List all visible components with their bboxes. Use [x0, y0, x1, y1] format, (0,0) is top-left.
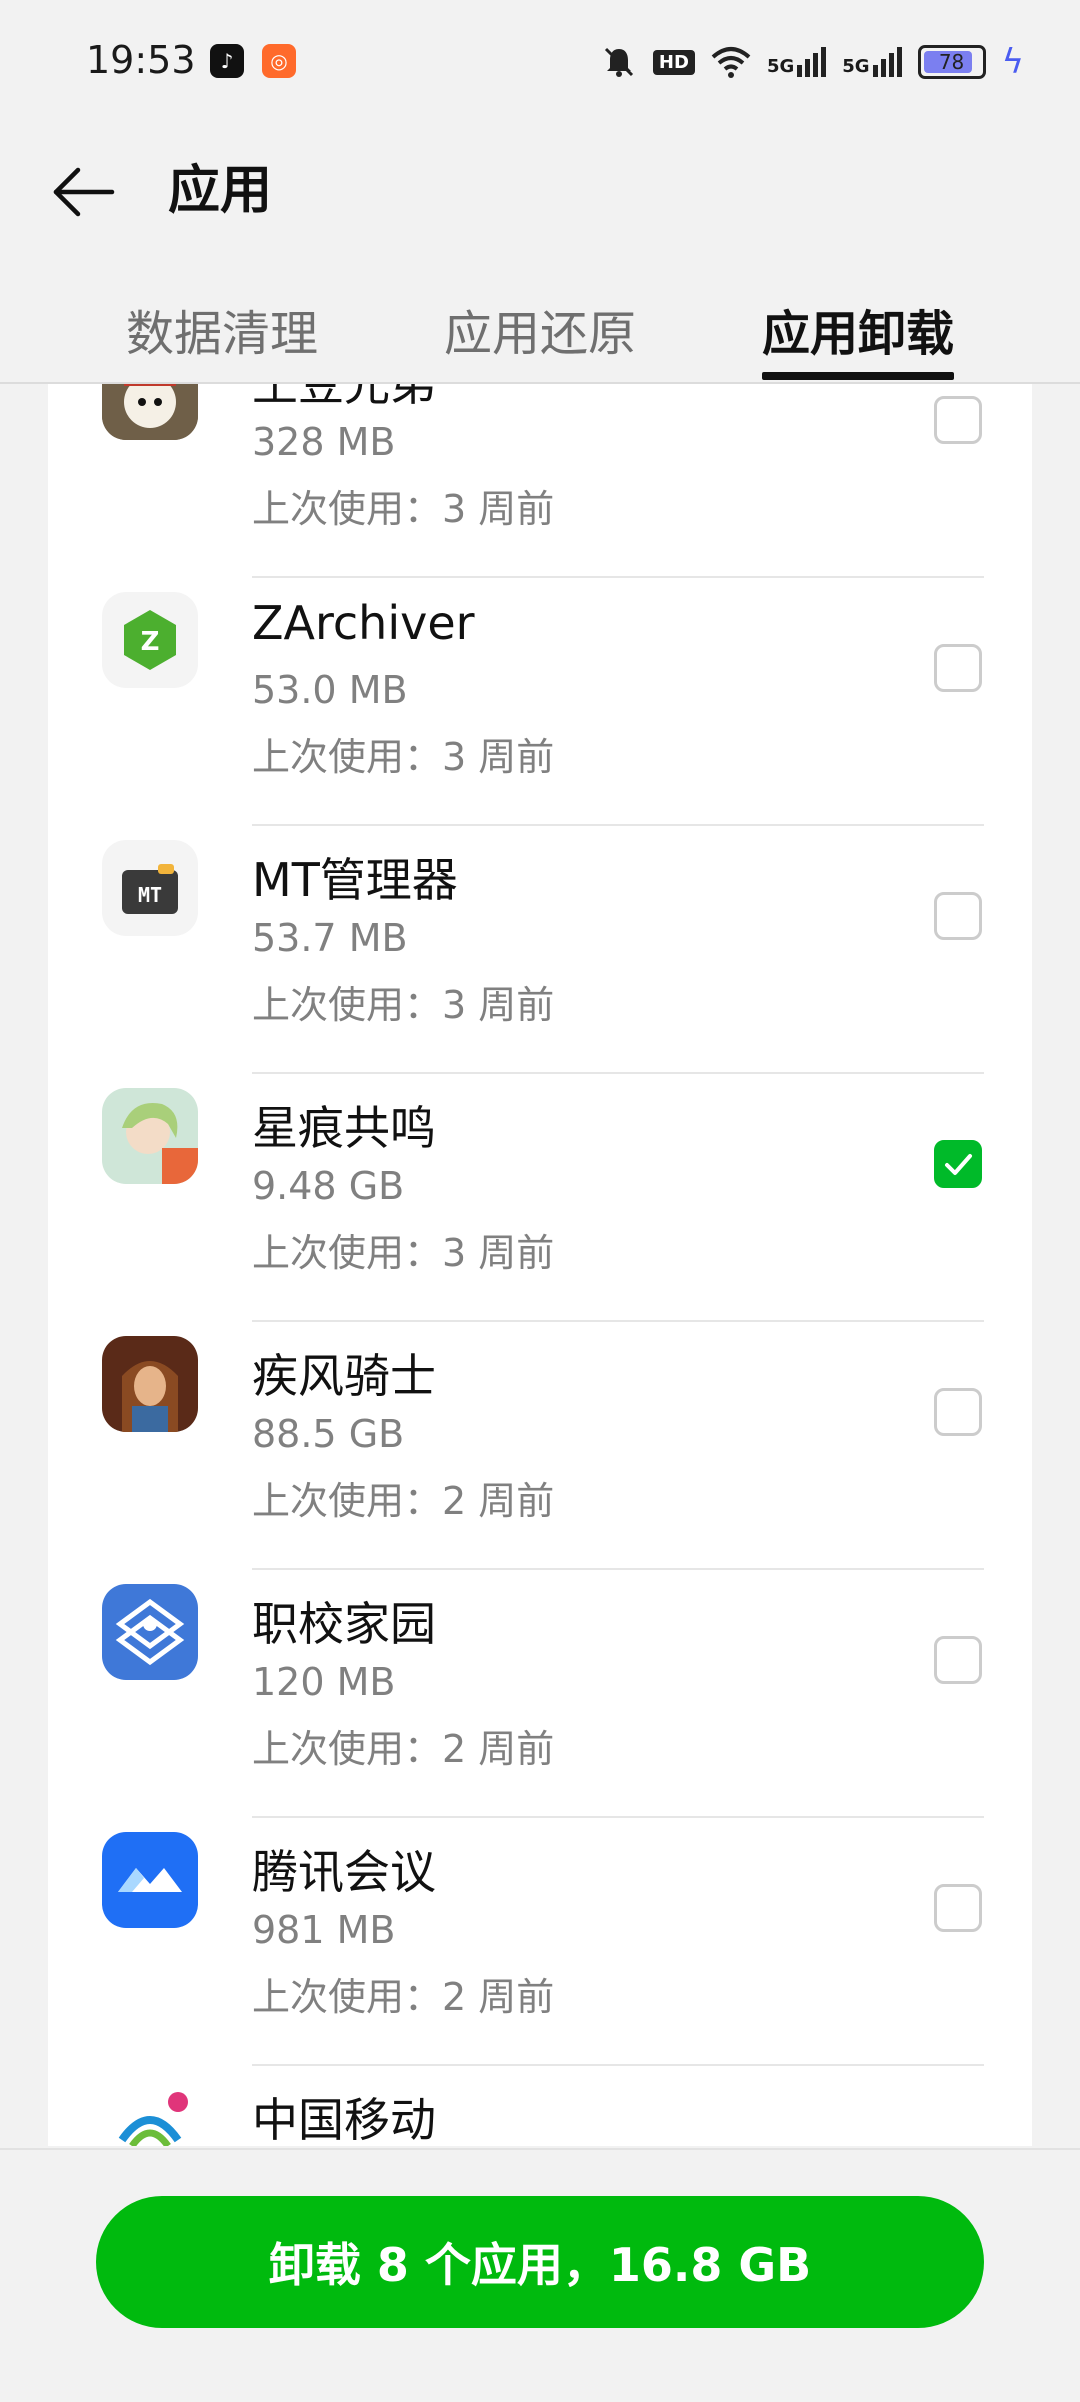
list-item[interactable]: 疾风骑士 88.5 GB 上次使用：2 周前: [48, 1322, 1032, 1570]
app-size: 981 MB: [252, 1908, 396, 1952]
list-item[interactable]: 腾讯会议 981 MB 上次使用：2 周前: [48, 1818, 1032, 2066]
app-checkbox[interactable]: [934, 1636, 982, 1684]
app-checkbox[interactable]: [934, 1388, 982, 1436]
signal-label: 5G: [766, 56, 795, 77]
status-time: 19:53: [86, 38, 196, 82]
app-size: 9.48 GB: [252, 1164, 405, 1208]
app-last-used: 上次使用：3 周前: [252, 487, 555, 531]
signal-label: 5G: [842, 56, 870, 77]
tencent-meeting-icon: [102, 1832, 198, 1928]
app-name: ZArchiver: [252, 596, 475, 650]
list-item[interactable]: 星痕共鸣 9.48 GB 上次使用：3 周前: [48, 1074, 1032, 1322]
list-item[interactable]: Z ZArchiver 53.0 MB 上次使用：3 周前: [48, 578, 1032, 826]
star-resonance-icon: [102, 1088, 198, 1184]
wifi-icon: [711, 47, 751, 78]
tab-app-restore[interactable]: 应用还原: [444, 294, 636, 364]
app-last-used: 上次使用：2 周前: [252, 1727, 555, 1771]
app-name: 腾讯会议: [252, 1845, 436, 1899]
app-last-used: 上次使用：2 周前: [252, 1975, 555, 2019]
back-button[interactable]: [46, 154, 122, 230]
zarchiver-icon: Z: [102, 592, 198, 688]
active-tab-indicator: [762, 372, 954, 380]
app-last-used: 上次使用：3 周前: [252, 735, 555, 779]
vocational-home-icon: [102, 1584, 198, 1680]
app-checkbox[interactable]: [934, 644, 982, 692]
signal-5g-icon: 5G: [842, 47, 902, 77]
list-item[interactable]: 土豆兄弟 328 MB 上次使用：3 周前: [48, 384, 1032, 578]
tab-app-uninstall[interactable]: 应用卸载: [762, 294, 954, 364]
mt-manager-icon: MT: [102, 840, 198, 936]
list-item[interactable]: 中国移动: [48, 2066, 1032, 2146]
app-checkbox[interactable]: [934, 892, 982, 940]
app-size: 53.7 MB: [252, 916, 408, 960]
app-checkbox[interactable]: [934, 1884, 982, 1932]
app-name: 疾风骑士: [252, 1349, 436, 1403]
list-item[interactable]: MT MT管理器 53.7 MB 上次使用：3 周前: [48, 826, 1032, 1074]
app-size: 53.0 MB: [252, 668, 408, 712]
tab-bar: 数据清理 应用还原 应用卸载: [0, 268, 1080, 384]
china-mobile-icon: [102, 2080, 198, 2146]
bottom-action-bar: 卸载 8 个应用，16.8 GB: [0, 2148, 1080, 2402]
brotato-icon: [102, 384, 198, 440]
mute-icon: [604, 47, 633, 77]
page-title: 应用: [168, 161, 273, 221]
back-arrow-icon: [53, 167, 115, 217]
app-name: 星痕共鸣: [252, 1101, 436, 1155]
app-last-used: 上次使用：3 周前: [252, 983, 555, 1027]
charging-icon: ϟ: [1001, 42, 1024, 82]
svg-text:Z: Z: [141, 627, 160, 657]
tiktok-icon: ♪: [210, 44, 244, 78]
app-name: 土豆兄弟: [252, 384, 436, 411]
list-item[interactable]: 职校家园 120 MB 上次使用：2 周前: [48, 1570, 1032, 1818]
svg-text:MT: MT: [138, 883, 162, 907]
app-checkbox[interactable]: [934, 1140, 982, 1188]
gale-knight-icon: [102, 1336, 198, 1432]
app-list[interactable]: 土豆兄弟 328 MB 上次使用：3 周前 Z ZArchiver 53.0 M…: [48, 384, 1032, 2146]
tab-data-cleanup[interactable]: 数据清理: [126, 294, 318, 364]
app-checkbox[interactable]: [934, 396, 982, 444]
hd-icon: HD: [652, 49, 695, 75]
app-size: 120 MB: [252, 1660, 396, 1704]
app-size: 328 MB: [252, 420, 396, 464]
app-size: 88.5 GB: [252, 1412, 405, 1456]
signal-5g-icon: 5G: [766, 47, 827, 77]
app-last-used: 上次使用：3 周前: [252, 1231, 555, 1275]
battery-icon: 78: [917, 45, 986, 79]
app-name: MT管理器: [252, 853, 458, 907]
xiaohongshu-icon: ◎: [262, 44, 296, 78]
status-icons: HD 5G 5G 78 ϟ: [601, 38, 1024, 86]
app-last-used: 上次使用：2 周前: [252, 1479, 555, 1523]
checkmark-icon: [945, 1154, 972, 1175]
status-bar: 19:53 ♪ ◎ HD 5G 5G 78 ϟ: [0, 0, 1080, 120]
uninstall-button[interactable]: 卸载 8 个应用，16.8 GB: [96, 2196, 984, 2328]
app-name: 职校家园: [252, 1597, 436, 1651]
app-name: 中国移动: [252, 2093, 436, 2146]
